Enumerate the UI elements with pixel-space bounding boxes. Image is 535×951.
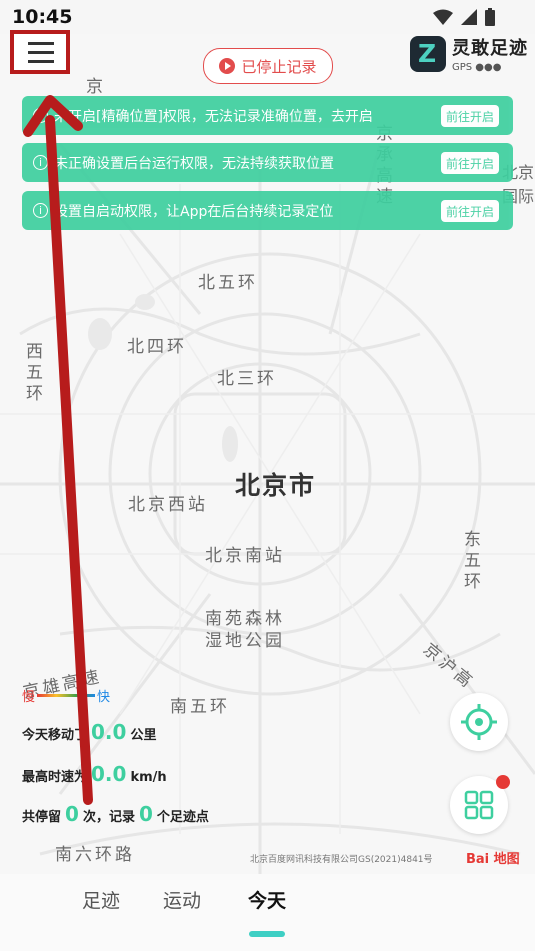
baidu-map-logo: Bai 地图 <box>466 852 520 867</box>
stat-distance: 今天移动了 0.0 公里 <box>22 720 157 744</box>
locate-button[interactable] <box>450 693 508 751</box>
gps-indicator: GPS ●●● <box>452 62 502 73</box>
active-tab-indicator <box>249 931 285 937</box>
permission-banner-precise: i 未开启[精确位置]权限，无法记录准确位置，去开启 前往开启 <box>22 96 513 135</box>
record-status-button[interactable]: 已停止记录 <box>203 48 333 84</box>
map-label-west-station: 北京西站 <box>128 495 208 515</box>
stat-max-speed: 最高时速为 0.0 km/h <box>22 762 167 786</box>
wifi-icon <box>433 9 453 25</box>
speed-fast-label: 快 <box>97 690 111 705</box>
notification-dot <box>496 775 510 789</box>
menu-button[interactable] <box>10 30 70 74</box>
stat-stays: 共停留 0 次，记录 0 个足迹点 <box>22 802 209 826</box>
stay-count: 0 <box>65 802 79 826</box>
status-icons <box>433 8 495 26</box>
map-label-nanyuan: 南苑森林 湿地公园 <box>205 609 285 651</box>
banner-text: 设置自启动权限，让App在后台持续记录定位 <box>54 203 334 220</box>
logo-icon: Z <box>410 35 446 72</box>
play-icon <box>219 58 236 74</box>
app-name: 灵敢足迹 <box>452 38 528 59</box>
record-status-label: 已停止记录 <box>241 57 317 76</box>
info-icon: i <box>33 155 48 170</box>
info-icon: i <box>33 108 48 123</box>
app-logo: Z 灵敢足迹 GPS ●●● <box>410 34 528 73</box>
speed-slow-label: 慢 <box>22 690 36 705</box>
map-label-jing: 京 <box>86 77 106 97</box>
status-bar: 10:45 <box>0 0 535 34</box>
map-label-city: 北京市 <box>235 471 317 500</box>
bottom-nav: 足迹 运动 今天 <box>0 874 535 951</box>
battery-icon <box>485 8 495 26</box>
go-enable-button[interactable]: 前往开启 <box>441 152 499 174</box>
go-enable-button[interactable]: 前往开启 <box>441 200 499 222</box>
map-label-east5: 东五环 <box>460 530 480 593</box>
tab-today[interactable]: 今天 <box>248 886 286 913</box>
tab-footprint[interactable]: 足迹 <box>82 886 120 913</box>
tab-sport[interactable]: 运动 <box>163 886 201 913</box>
map-label-north4: 北四环 <box>127 337 187 357</box>
banner-text: 未开启[精确位置]权限，无法记录准确位置，去开启 <box>54 108 373 125</box>
map-label-north5: 北五环 <box>198 273 258 293</box>
max-speed-value: 0.0 <box>91 762 127 786</box>
signal-icon <box>461 9 477 25</box>
go-enable-button[interactable]: 前往开启 <box>441 105 499 127</box>
permission-banner-background: i 未正确设置后台运行权限，无法持续获取位置 前往开启 <box>22 143 513 182</box>
speed-legend: 慢 快 <box>22 686 110 705</box>
crosshair-icon <box>461 704 497 740</box>
map-label-south-station: 北京南站 <box>205 546 285 566</box>
banner-text: 未正确设置后台运行权限，无法持续获取位置 <box>54 155 334 172</box>
map-label-north3: 北三环 <box>217 369 277 389</box>
speed-gradient <box>37 694 96 697</box>
hamburger-icon <box>28 42 54 45</box>
permission-banner-autostart: i 设置自启动权限，让App在后台持续记录定位 前往开启 <box>22 191 513 230</box>
distance-value: 0.0 <box>91 720 127 744</box>
map-label-south5: 南五环 <box>170 697 230 717</box>
map-label-south6: 南六环路 <box>55 845 135 865</box>
status-time: 10:45 <box>12 6 73 28</box>
info-icon: i <box>33 203 48 218</box>
points-count: 0 <box>138 802 153 826</box>
map-copyright: 北京百度网讯科技有限公司GS(2021)4841号 <box>250 855 433 865</box>
map-label-west5: 西五环 <box>22 342 42 405</box>
